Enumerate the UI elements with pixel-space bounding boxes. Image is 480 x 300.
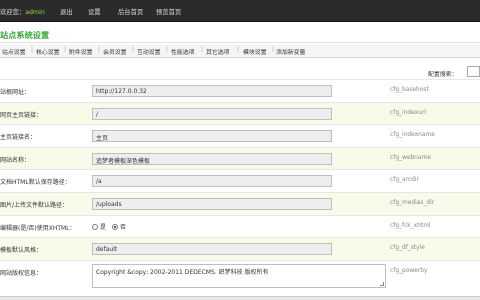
setting-row: 编辑器(是/否)使用XHTML： 是 否 cfg_fck_xhtml — [0, 214, 480, 238]
tab-add-variable[interactable]: 添加新变量 — [276, 47, 305, 56]
resize-handle-icon[interactable] — [380, 281, 384, 286]
textarea-text: Copyright &copy; 2002-2011 DEDECMS. 织梦科技… — [96, 268, 269, 276]
setting-row: 文档HTML默认保存路径： /a cfg_arcdir — [0, 169, 480, 192]
setting-key: cfg_powerby — [390, 267, 428, 274]
setting-row: 网站名称： 追梦者模板深色模板 cfg_webname — [0, 146, 480, 170]
tab-attachment-settings[interactable]: 附件设置 — [69, 47, 93, 56]
setting-row: 网站版权信息： Copyright &copy; 2002-2011 DEDEC… — [0, 259, 480, 293]
setting-key: cfg_indexname — [390, 132, 435, 139]
tab-site-settings[interactable]: 站点设置 — [2, 47, 26, 56]
tab-member-settings[interactable]: 会员设置 — [103, 47, 127, 56]
setting-label: 站根网址： — [0, 89, 31, 96]
tab-separator: | — [201, 47, 203, 53]
username: admin — [25, 9, 45, 16]
config-search-input[interactable] — [467, 66, 480, 77]
tab-interaction-settings[interactable]: 互动设置 — [137, 47, 161, 56]
settings-link[interactable]: 设置 — [88, 7, 101, 16]
tab-separator: | — [132, 47, 134, 53]
webname-input[interactable]: 追梦者模板深色模板 — [92, 152, 332, 165]
top-bar: 欢迎您：admin 退出 设置 后台首页 预览首页 — [0, 0, 480, 22]
tab-core-settings[interactable]: 核心设置 — [36, 47, 60, 56]
radio-label: 是 — [100, 223, 107, 231]
setting-key: cfg_df_style — [390, 245, 425, 252]
tab-separator: | — [31, 47, 33, 53]
xhtml-yes-radio[interactable] — [92, 223, 98, 230]
settings-form: 站根网址： http://127.0.0.32 cfg_basehost 网页主… — [0, 79, 480, 293]
setting-row: 图片/上传文件默认路径： /uploads cfg_medias_dir — [0, 191, 480, 215]
tab-separator: | — [272, 47, 274, 53]
xhtml-radio-group: 是 否 — [92, 222, 126, 231]
tab-separator: | — [98, 47, 100, 53]
xhtml-no-radio[interactable] — [111, 223, 118, 230]
settings-tabs: 站点设置 | 核心设置 | 附件设置 | 会员设置 | 互动设置 | 性能选项 … — [0, 44, 480, 58]
setting-label: 图片/上传文件默认路径： — [0, 201, 69, 209]
radio-label: 否 — [119, 223, 126, 231]
setting-label: 网站版权信息： — [0, 269, 43, 277]
tab-module-settings[interactable]: 模块设置 — [243, 47, 267, 56]
setting-key: cfg_fck_xhtml — [390, 222, 431, 229]
preview-home-link[interactable]: 预览首页 — [156, 7, 181, 16]
powerby-textarea[interactable]: Copyright &copy; 2002-2011 DEDECMS. 织梦科技… — [92, 263, 386, 288]
tab-separator: | — [64, 47, 66, 53]
config-search-label: 配置搜索： — [428, 72, 458, 78]
setting-label: 网站名称： — [0, 156, 31, 164]
tab-separator: | — [237, 47, 239, 53]
setting-label: 文档HTML默认保存路径： — [0, 179, 71, 187]
setting-label: 模板默认风格： — [0, 247, 43, 255]
setting-label: 编辑器(是/否)使用XHTML： — [0, 224, 76, 232]
arcdir-input[interactable]: /a — [92, 175, 332, 188]
setting-key: cfg_webname — [390, 154, 431, 161]
basehost-input[interactable]: http://127.0.0.32 — [92, 85, 332, 97]
df-style-input[interactable]: default — [92, 243, 332, 256]
greeting-text: 欢迎您： — [0, 9, 26, 16]
admin-home-link[interactable]: 后台首页 — [118, 7, 143, 16]
indexname-input[interactable]: 主页 — [92, 130, 332, 143]
setting-row: 站根网址： http://127.0.0.32 cfg_basehost — [0, 79, 480, 102]
setting-key: cfg_medias_dir — [390, 199, 435, 206]
setting-row: 模板默认风格： default cfg_df_style — [0, 237, 480, 260]
setting-key: cfg_basehost — [390, 87, 429, 93]
setting-label: 主页链接名： — [0, 134, 37, 142]
bottom-edge — [0, 296, 480, 300]
page-title: 站点系统设置 — [0, 30, 50, 40]
medias-dir-input[interactable]: /uploads — [92, 197, 332, 210]
indexurl-input[interactable]: / — [92, 107, 332, 120]
greeting: 欢迎您：admin — [0, 7, 45, 16]
logout-link[interactable]: 退出 — [60, 7, 73, 16]
setting-key: cfg_indexurl — [390, 109, 426, 116]
tab-performance-options[interactable]: 性能选项 — [171, 47, 195, 56]
tab-other-options[interactable]: 其它选项 — [206, 47, 230, 56]
setting-label: 网页主页链接： — [0, 111, 43, 119]
setting-row: 主页链接名： 主页 cfg_indexname — [0, 124, 480, 147]
tab-separator: | — [166, 47, 168, 53]
setting-row: 网页主页链接： / cfg_indexurl — [0, 101, 480, 125]
divider — [0, 42, 480, 43]
setting-key: cfg_arcdir — [390, 177, 419, 184]
